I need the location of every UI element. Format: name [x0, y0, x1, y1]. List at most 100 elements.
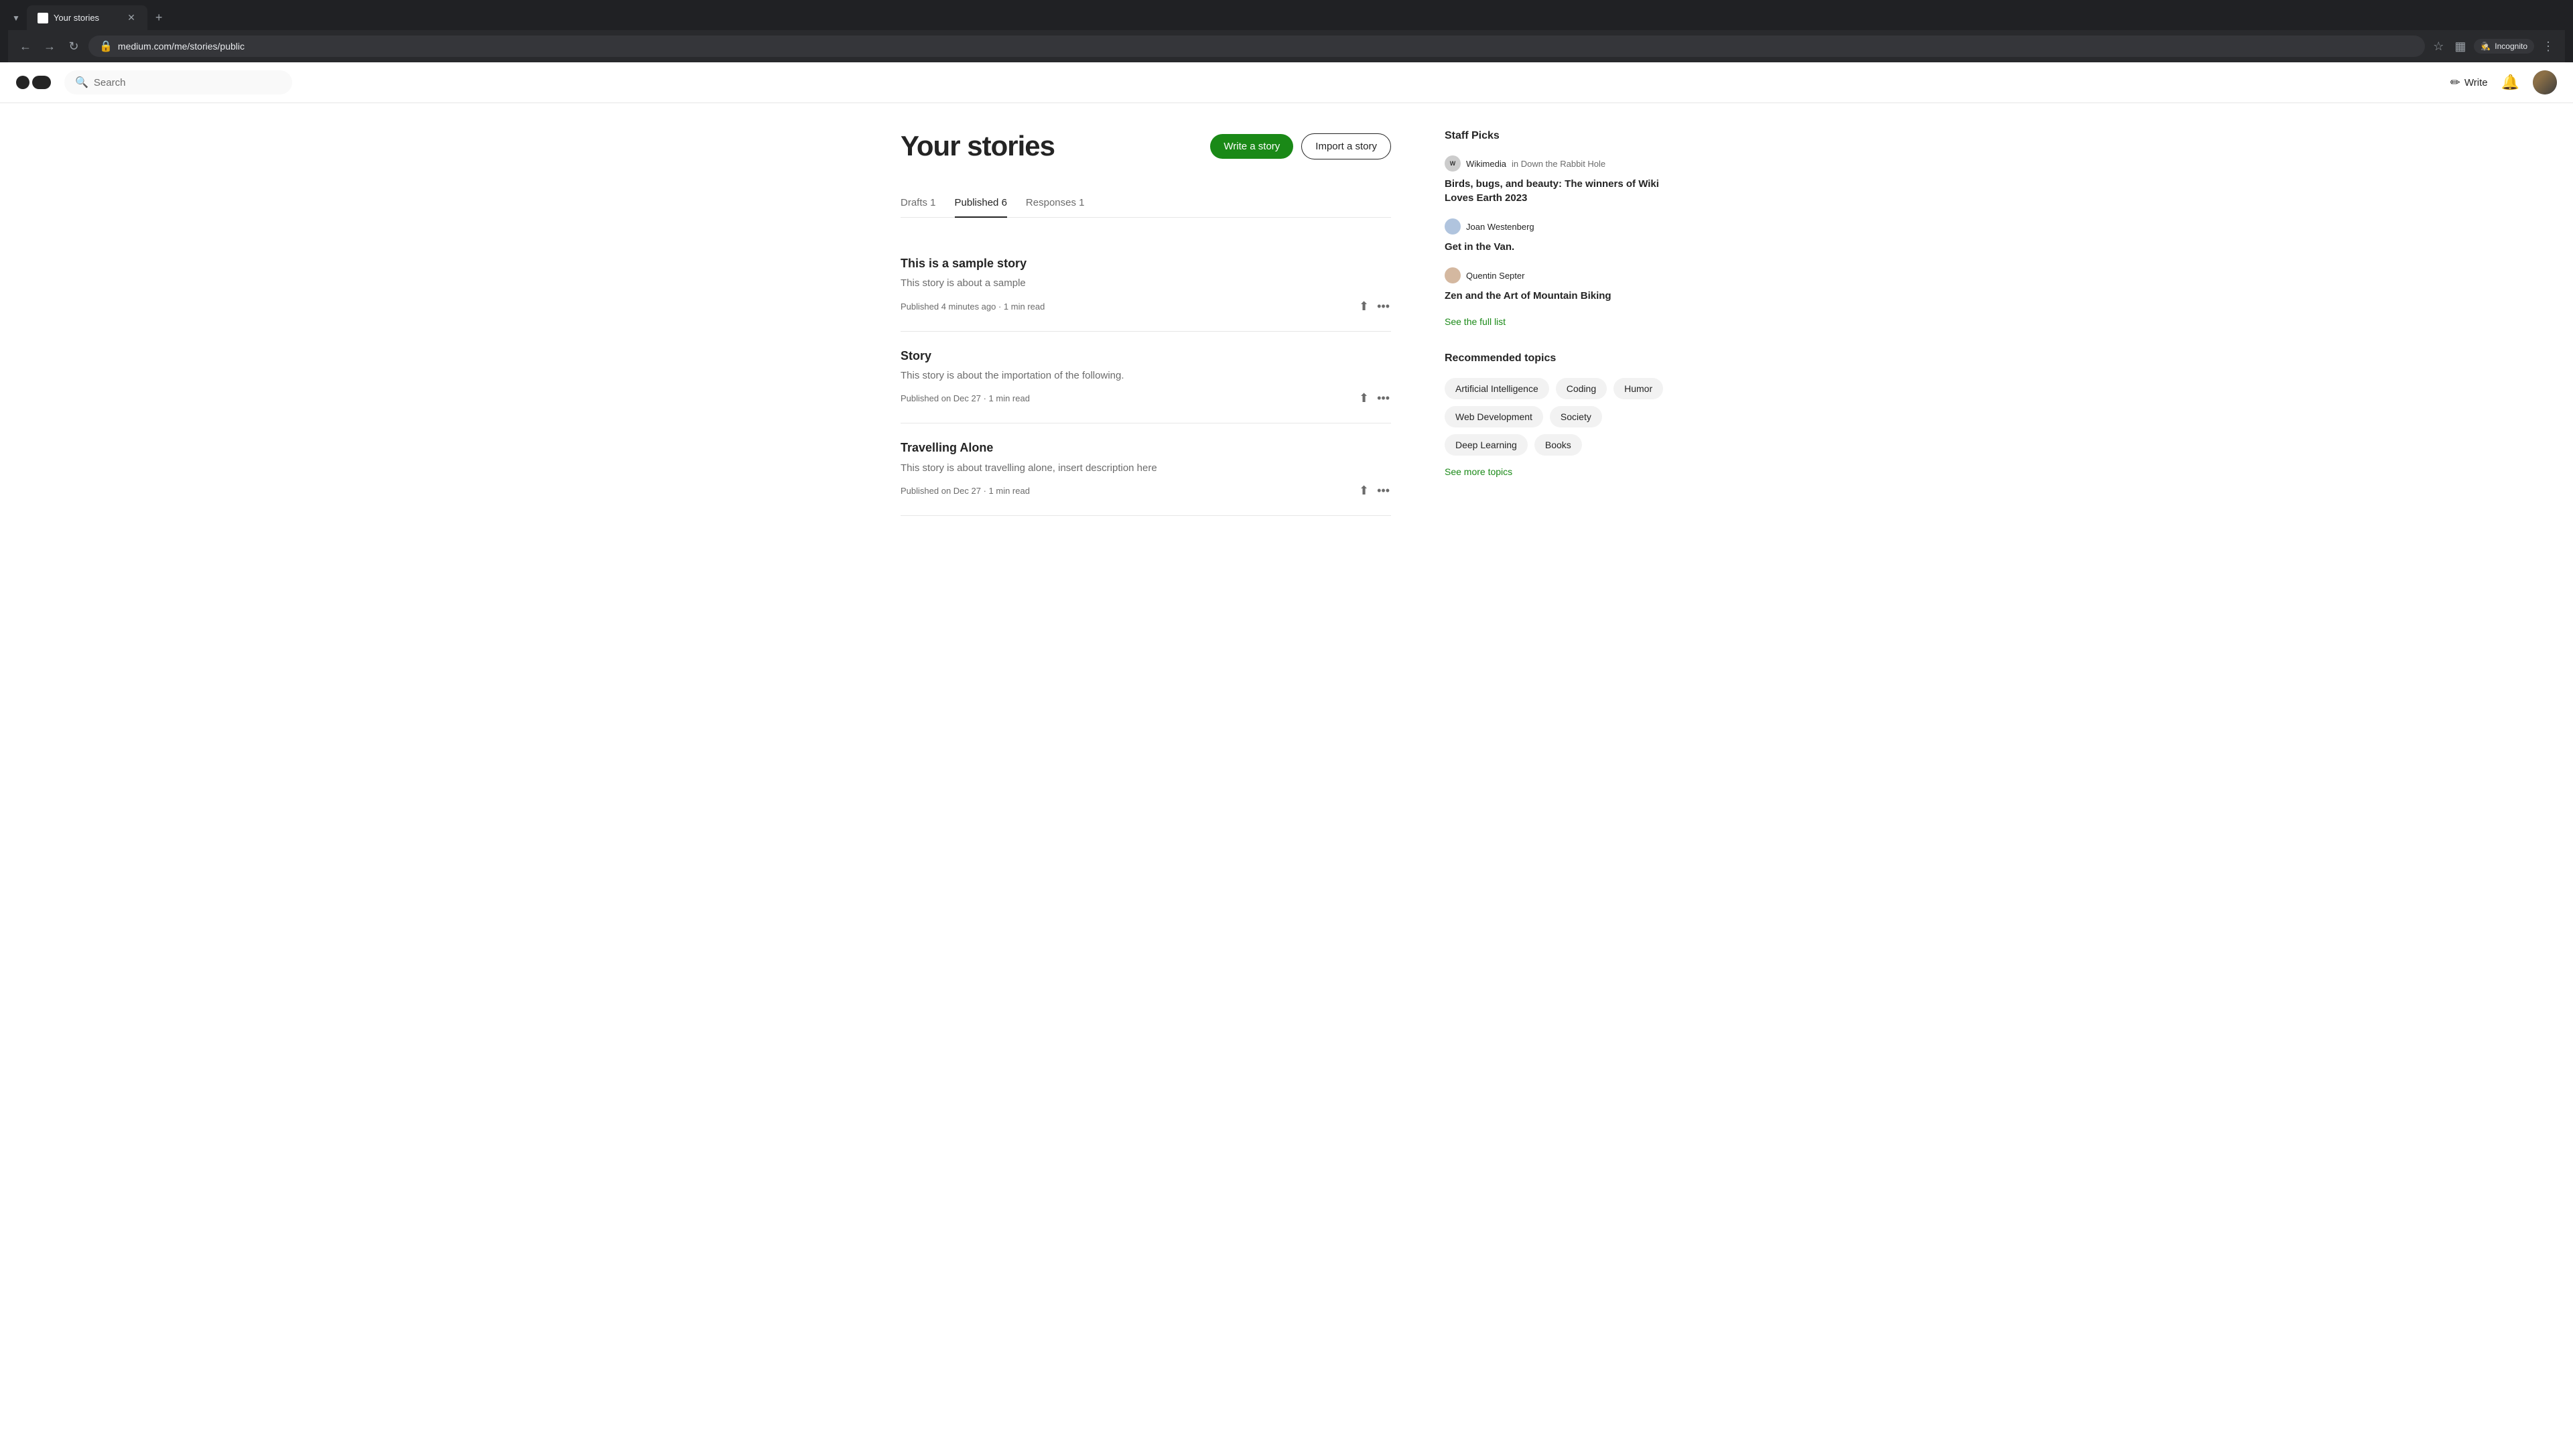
tabs: Drafts 1 Published 6 Responses 1	[901, 189, 1391, 218]
content-area: Your stories Write a story Import a stor…	[901, 130, 1391, 516]
staff-pick-item: Joan Westenberg Get in the Van.	[1445, 218, 1672, 254]
topic-chip[interactable]: Society	[1550, 406, 1602, 427]
medium-logo[interactable]	[16, 73, 54, 92]
page: 🔍 Search ✏ Write 🔔 Your stories Write a …	[0, 62, 2573, 1456]
story-meta-text: Published on Dec 27 · 1 min read	[901, 486, 1030, 496]
page-header: Your stories Write a story Import a stor…	[901, 130, 1391, 162]
story-title[interactable]: This is a sample story	[901, 255, 1391, 272]
stories-list: This is a sample story This story is abo…	[901, 239, 1391, 516]
share-button[interactable]: ⬆	[1358, 482, 1370, 499]
browser-toolbar: ← → ↻ 🔒 medium.com/me/stories/public ☆ ▦…	[8, 30, 2565, 62]
author-name[interactable]: Joan Westenberg	[1466, 222, 1534, 232]
topic-chip[interactable]: Web Development	[1445, 406, 1543, 427]
staff-picks-title: Staff Picks	[1445, 130, 1672, 142]
back-button[interactable]: ←	[16, 37, 35, 56]
search-placeholder-text: Search	[94, 77, 126, 88]
new-tab-button[interactable]: +	[150, 8, 168, 27]
lock-icon: 🔒	[99, 40, 113, 53]
tab-close-button[interactable]: ✕	[126, 11, 137, 25]
more-options-button[interactable]: •••	[1376, 390, 1391, 407]
staff-pick-item: Quentin Septer Zen and the Art of Mounta…	[1445, 267, 1672, 303]
story-actions: ⬆ •••	[1358, 390, 1391, 407]
page-actions: Write a story Import a story	[1210, 133, 1391, 159]
tab-favicon	[38, 13, 48, 23]
logo-circles	[16, 76, 51, 89]
story-actions: ⬆ •••	[1358, 482, 1391, 499]
share-button[interactable]: ⬆	[1358, 298, 1370, 315]
main-layout: Your stories Write a story Import a stor…	[884, 103, 1689, 543]
tab-published[interactable]: Published 6	[955, 189, 1007, 218]
more-options-button[interactable]: •••	[1376, 482, 1391, 499]
story-excerpt: This story is about the importation of t…	[901, 369, 1391, 384]
browser-tabs: ▼ Your stories ✕ +	[8, 5, 2565, 30]
story-item: Travelling Alone This story is about tra…	[901, 423, 1391, 516]
write-icon: ✏	[2450, 76, 2460, 90]
staff-pick-title[interactable]: Get in the Van.	[1445, 240, 1672, 254]
see-more-topics-link[interactable]: See more topics	[1445, 466, 1672, 477]
tab-responses[interactable]: Responses 1	[1026, 189, 1085, 218]
forward-button[interactable]: →	[40, 37, 59, 56]
share-button[interactable]: ⬆	[1358, 390, 1370, 407]
active-tab[interactable]: Your stories ✕	[27, 5, 147, 30]
story-actions: ⬆ •••	[1358, 298, 1391, 315]
address-bar[interactable]: 🔒 medium.com/me/stories/public	[88, 36, 2425, 57]
topic-chip[interactable]: Deep Learning	[1445, 434, 1528, 456]
page-title: Your stories	[901, 130, 1055, 162]
story-meta: Published on Dec 27 · 1 min read ⬆ •••	[901, 482, 1391, 499]
staff-pick-author: W Wikimedia in Down the Rabbit Hole	[1445, 155, 1672, 172]
avatar-image	[2533, 70, 2557, 94]
import-story-button[interactable]: Import a story	[1301, 133, 1391, 159]
write-button[interactable]: ✏ Write	[2450, 76, 2488, 90]
topic-chip[interactable]: Artificial Intelligence	[1445, 378, 1549, 399]
story-meta-text: Published 4 minutes ago · 1 min read	[901, 302, 1045, 312]
topics-grid: Artificial Intelligence Coding Humor Web…	[1445, 378, 1672, 456]
topic-chip[interactable]: Coding	[1556, 378, 1607, 399]
story-item: This is a sample story This story is abo…	[901, 239, 1391, 332]
incognito-label: Incognito	[2495, 42, 2527, 51]
story-meta: Published on Dec 27 · 1 min read ⬆ •••	[901, 390, 1391, 407]
topic-chip[interactable]: Books	[1534, 434, 1582, 456]
search-icon: 🔍	[75, 76, 88, 89]
staff-pick-title[interactable]: Birds, bugs, and beauty: The winners of …	[1445, 177, 1672, 205]
topic-chip[interactable]: Humor	[1613, 378, 1663, 399]
recommended-topics-section: Recommended topics Artificial Intelligen…	[1445, 352, 1672, 477]
logo-circle-small	[16, 76, 29, 89]
author-avatar	[1445, 267, 1461, 283]
staff-pick-title[interactable]: Zen and the Art of Mountain Biking	[1445, 289, 1672, 303]
story-excerpt: This story is about travelling alone, in…	[901, 461, 1391, 476]
story-title[interactable]: Travelling Alone	[901, 440, 1391, 456]
more-options-button[interactable]: •••	[1376, 298, 1391, 315]
avatar[interactable]	[2533, 70, 2557, 94]
story-item: Story This story is about the importatio…	[901, 332, 1391, 424]
toolbar-actions: ☆ ▦ 🕵 Incognito ⋮	[2430, 37, 2557, 56]
author-avatar	[1445, 218, 1461, 235]
story-excerpt: This story is about a sample	[901, 276, 1391, 291]
write-label: Write	[2464, 77, 2488, 88]
header-right: ✏ Write 🔔	[2450, 70, 2557, 94]
story-meta: Published 4 minutes ago · 1 min read ⬆ •…	[901, 298, 1391, 315]
author-avatar: W	[1445, 155, 1461, 172]
browser-chrome: ▼ Your stories ✕ + ← → ↻ 🔒 medium.com/me…	[0, 0, 2573, 62]
logo-circle-large	[32, 76, 51, 89]
bookmark-icon[interactable]: ☆	[2430, 37, 2446, 56]
story-meta-text: Published on Dec 27 · 1 min read	[901, 393, 1030, 403]
write-story-button[interactable]: Write a story	[1210, 134, 1293, 159]
tab-nav-arrow[interactable]: ▼	[8, 11, 24, 25]
incognito-badge: 🕵 Incognito	[2474, 39, 2534, 54]
tab-drafts[interactable]: Drafts 1	[901, 189, 936, 218]
incognito-icon: 🕵	[2481, 42, 2491, 51]
search-bar[interactable]: 🔍 Search	[64, 70, 292, 94]
publication-name: in Down the Rabbit Hole	[1512, 159, 1605, 169]
notifications-button[interactable]: 🔔	[2501, 74, 2519, 91]
staff-pick-author: Quentin Septer	[1445, 267, 1672, 283]
see-full-list-link[interactable]: See the full list	[1445, 316, 1506, 327]
staff-pick-item: W Wikimedia in Down the Rabbit Hole Bird…	[1445, 155, 1672, 205]
sidebar-icon[interactable]: ▦	[2452, 37, 2468, 56]
staff-picks-section: Staff Picks W Wikimedia in Down the Rabb…	[1445, 130, 1672, 328]
menu-icon[interactable]: ⋮	[2539, 37, 2557, 56]
url-text: medium.com/me/stories/public	[118, 41, 2414, 52]
author-name[interactable]: Wikimedia	[1466, 159, 1506, 169]
story-title[interactable]: Story	[901, 348, 1391, 365]
refresh-button[interactable]: ↻	[64, 37, 83, 56]
author-name[interactable]: Quentin Septer	[1466, 271, 1524, 281]
